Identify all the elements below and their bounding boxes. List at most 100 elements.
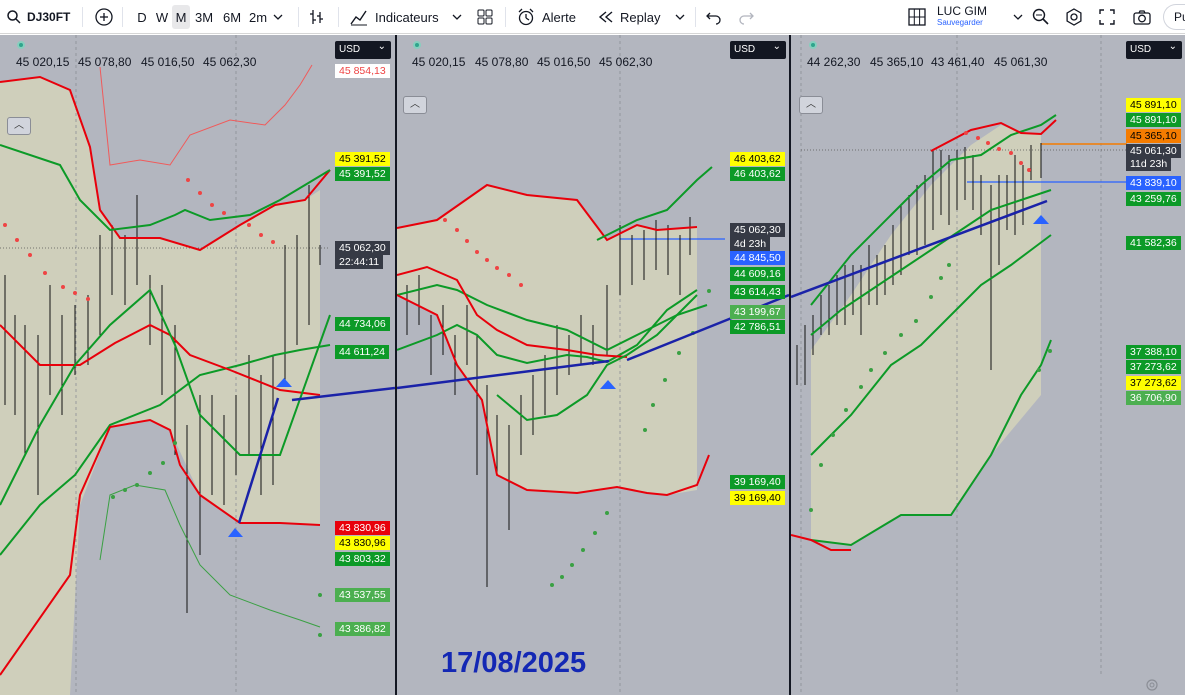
price-label: 43 386,82 [335,622,390,636]
price-label: 39 169,40 [730,491,785,505]
price-label: 43 614,43 [730,285,785,299]
fullscreen-icon [1099,9,1115,25]
price-label: 43 259,76 [1126,192,1181,206]
bollinger-band-fill [397,185,697,495]
chevron-down-icon [676,14,685,20]
pane1-xlabel-3: 45 016,50 [141,55,195,69]
price-label: 46 403,62 [730,167,785,181]
layout-user-name: LUC GIM [937,4,988,18]
collapse-button[interactable]: ︿ [7,117,31,135]
currency-select[interactable]: USD [730,38,786,59]
interval-m[interactable]: M [172,5,190,29]
bar-style-button[interactable] [308,0,326,34]
price-label: 11d 23h [1126,157,1172,171]
price-label: 46 403,62 [730,152,785,166]
currency-select[interactable]: USD [1126,38,1182,59]
interval-2m[interactable]: 2m [246,10,270,25]
multi-chart-grid-icon [908,8,926,26]
chevron-down-icon[interactable] [270,9,286,25]
camera-icon [1133,10,1151,25]
price-label: 45 061,30 [1126,144,1181,158]
settings-gear-icon[interactable] [1145,678,1159,692]
currency-select[interactable]: USD [335,38,391,59]
collapse-button[interactable]: ︿ [799,96,823,114]
price-label: 4d 23h [730,237,771,251]
tradingview-logo-icon [809,41,817,49]
tradingview-logo-icon [17,41,25,49]
pane3-xlabel-3: 43 461,40 [931,55,985,69]
quick-search-button[interactable] [1031,0,1051,34]
rewind-icon [598,11,613,23]
layout-menu-chevron[interactable] [1010,0,1026,34]
price-label: 43 839,10 [1126,176,1181,190]
snapshot-button[interactable] [1132,0,1152,34]
price-label: 37 273,62 [1126,376,1181,390]
pane1-xlabel-1: 45 020,15 [16,55,70,69]
symbol-label: DJ30FT [27,10,71,24]
price-label: 44 845,50 [730,251,785,265]
chart-plot-2[interactable] [397,35,789,695]
price-label: 45 062,30 [335,241,390,255]
alert-button[interactable]: Alerte [516,0,576,34]
price-label: 45 062,30 [730,223,785,237]
pane3-xlabel-1: 44 262,30 [807,55,861,69]
replay-label: Replay [620,9,661,25]
zoom-search-icon [1032,8,1049,25]
save-status: Sauvegarder [937,18,983,27]
chart-pane-2[interactable]: 45 020,15 45 078,80 45 016,50 45 062,30 … [397,35,789,695]
price-label: 36 706,90 [1126,391,1181,405]
price-label: 45 365,10 [1126,129,1181,143]
price-label: 39 169,40 [730,475,785,489]
price-label: 42 786,51 [730,320,785,334]
price-label: 44 734,06 [335,317,390,331]
indicators-button[interactable]: Indicateurs [349,0,465,34]
pane2-xlabel-4: 45 062,30 [599,55,653,69]
price-label: 45 891,10 [1126,113,1181,127]
chart-pane-1[interactable]: 45 020,15 45 078,80 45 016,50 45 062,30 … [0,35,395,695]
price-label: 43 803,32 [335,552,390,566]
pane2-xlabel-3: 45 016,50 [537,55,591,69]
price-label: 41 582,36 [1126,236,1181,250]
fullscreen-button[interactable] [1098,0,1116,34]
redo-button[interactable] [737,0,755,34]
price-label: 45 391,52 [335,152,390,166]
settings-button[interactable] [1064,0,1084,34]
interval-3m[interactable]: 3M [190,10,218,25]
publish-button[interactable]: Pu [1163,0,1185,34]
price-label: 43 830,96 [335,521,390,535]
price-label: 44 609,16 [730,267,785,281]
pane2-xlabel-1: 45 020,15 [412,55,466,69]
chart-pane-3[interactable]: 44 262,30 45 365,10 43 461,40 45 061,30 … [791,35,1185,695]
layout-select-button[interactable] [907,0,927,34]
pane3-xlabel-4: 45 061,30 [994,55,1048,69]
price-label: 37 273,62 [1126,360,1181,374]
layout-name[interactable]: LUC GIM Sauvegarder [937,0,987,34]
chevron-down-icon [1013,14,1023,20]
tradingview-logo-icon [413,41,421,49]
undo-button[interactable] [705,0,723,34]
interval-w[interactable]: W [152,10,172,25]
interval-6m[interactable]: 6M [218,10,246,25]
alert-label: Alerte [542,9,576,25]
compare-add-button[interactable] [94,0,114,34]
interval-group: D W M 3M 6M 2m [132,0,286,34]
publish-label: Pu [1163,4,1185,30]
layouts-button[interactable] [476,0,494,34]
interval-d[interactable]: D [132,10,152,25]
symbol-search-button[interactable]: DJ30FT [6,0,70,34]
price-label: 45 891,10 [1126,98,1181,112]
collapse-button[interactable]: ︿ [403,96,427,114]
price-label: 45 854,13 [335,64,390,78]
gear-icon [1066,8,1082,26]
indicators-label: Indicateurs [375,9,439,25]
undo-icon [706,12,721,25]
pane1-xlabel-4: 45 062,30 [203,55,257,69]
grid-layout-icon [477,9,493,25]
buy-signal-arrow [228,528,243,537]
price-label: 22:44:11 [335,255,384,269]
pane3-xlabel-2: 45 365,10 [870,55,924,69]
replay-button[interactable]: Replay [597,0,688,34]
indicators-icon [350,10,367,26]
price-label: 43 830,96 [335,536,390,550]
chevron-down-icon [452,14,462,20]
